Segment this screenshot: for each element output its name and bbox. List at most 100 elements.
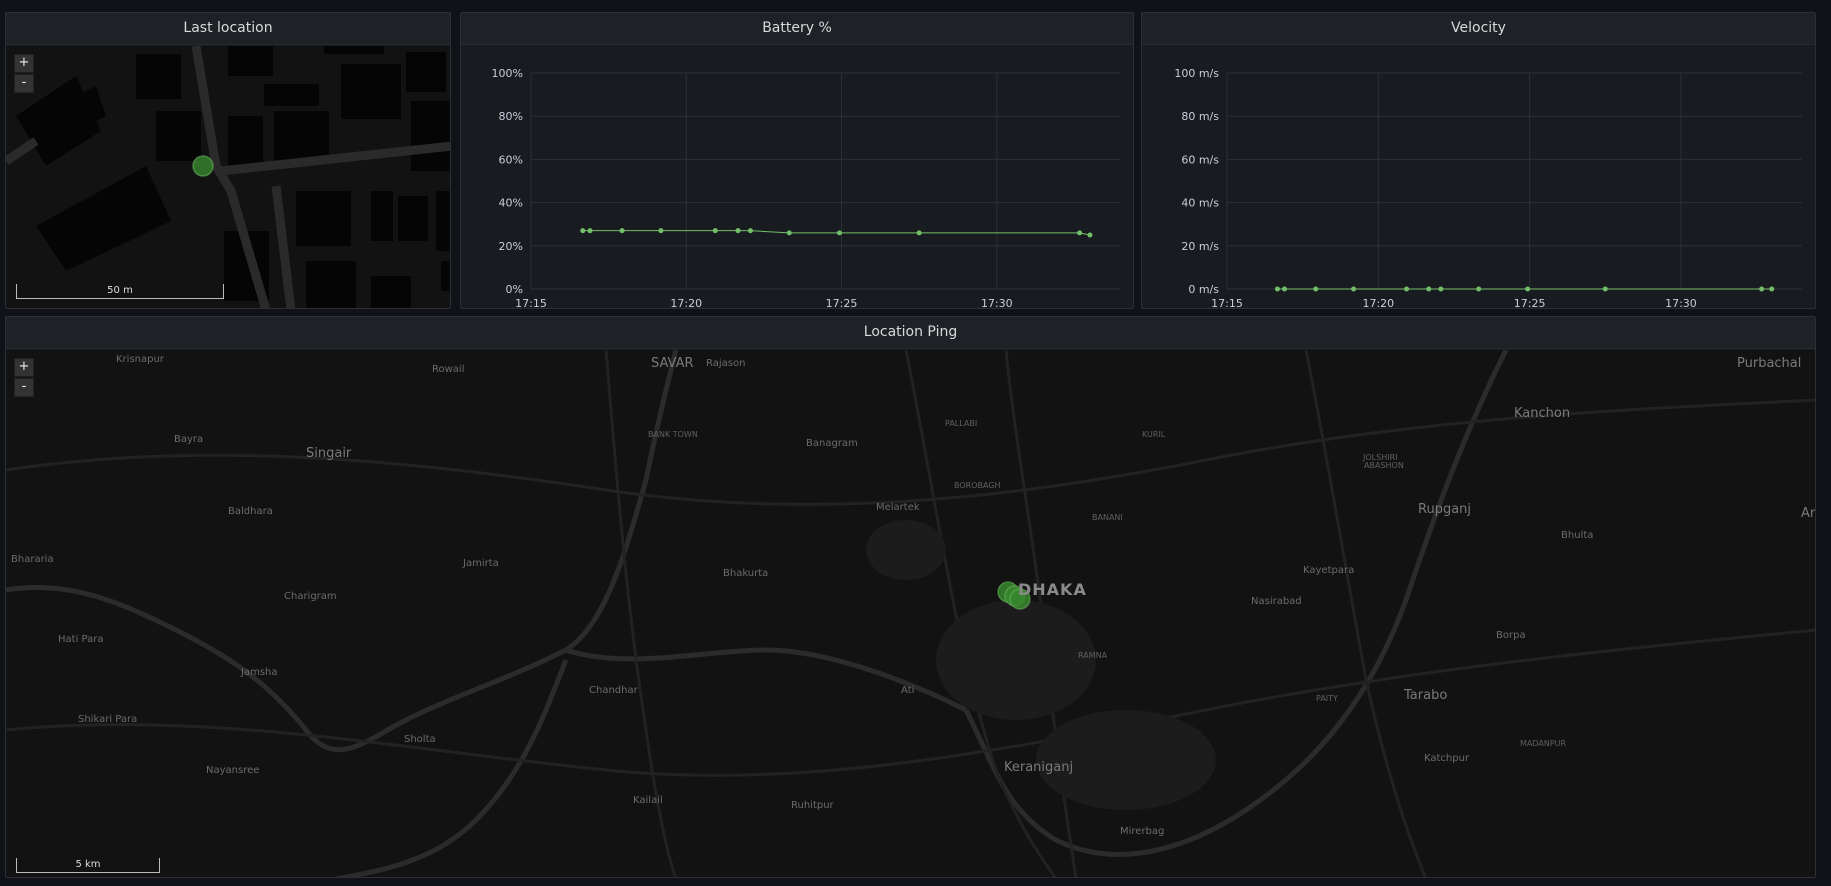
zoom-out-button[interactable]: -: [14, 74, 34, 93]
location-ping-map[interactable]: Krisnapur Rowail SAVAR Rajason Purbachal Kanc…: [6, 350, 1815, 877]
y-tick-label: 0 m/s: [1188, 283, 1219, 296]
data-point[interactable]: [747, 228, 753, 234]
x-tick-label: 17:15: [515, 297, 547, 309]
data-point[interactable]: [1351, 286, 1357, 292]
place-label: BOROBAGH: [954, 481, 1001, 490]
velocity-panel: Velocity 0 m/s 20 m/s 40 m/s 60 m/s 80 m/s 10…: [1141, 12, 1816, 309]
place-label: Bhulta: [1561, 530, 1594, 541]
place-label: Chandhar: [589, 685, 638, 696]
location-marker[interactable]: [192, 155, 214, 177]
place-label: Bhakurta: [723, 568, 769, 579]
map-scale: 5 km: [16, 858, 160, 873]
data-point[interactable]: [712, 228, 718, 234]
place-label: Ati: [901, 685, 915, 696]
x-tick-label: 17:30: [1665, 297, 1697, 309]
data-point[interactable]: [658, 228, 664, 234]
place-label: KURIL: [1142, 430, 1166, 439]
panel-title[interactable]: Last location: [6, 13, 450, 45]
data-point[interactable]: [580, 228, 586, 234]
data-point[interactable]: [587, 228, 593, 234]
place-label: Kailail: [633, 795, 663, 806]
place-label: Nayansree: [206, 765, 260, 776]
data-point[interactable]: [1426, 286, 1432, 292]
y-tick-label: 100%: [492, 67, 523, 80]
place-label: Krisnapur: [116, 354, 164, 365]
location-ping-panel: Location Ping Krisnapur Rowail SAVAR Raj…: [5, 316, 1816, 878]
place-label: Ruhitpur: [791, 800, 834, 811]
place-label: Borpa: [1496, 630, 1526, 641]
zoom-in-button[interactable]: +: [14, 358, 34, 377]
street-map-tiles: [6, 46, 450, 308]
data-point[interactable]: [786, 230, 792, 236]
last-location-map[interactable]: + - 50 m: [6, 46, 450, 308]
data-point[interactable]: [1769, 286, 1775, 292]
velocity-chart[interactable]: 0 m/s 20 m/s 40 m/s 60 m/s 80 m/s 100 m/s 17:1…: [1142, 45, 1815, 309]
place-label: Charigram: [284, 591, 337, 602]
place-label: PAITY: [1316, 694, 1338, 703]
zoom-controls: + -: [14, 358, 34, 398]
place-label: Rupganj: [1418, 502, 1472, 517]
place-label: Nasirabad: [1251, 596, 1302, 607]
zoom-in-button[interactable]: +: [14, 54, 34, 73]
place-label: RAMNA: [1078, 651, 1108, 660]
y-tick-label: 80%: [499, 110, 523, 123]
place-label: Baldhara: [228, 506, 273, 517]
data-point[interactable]: [1282, 286, 1287, 292]
city-map-tiles: [6, 350, 1815, 877]
place-label: Jamirta: [463, 558, 499, 569]
data-point[interactable]: [1274, 286, 1280, 292]
y-tick-label: 20 m/s: [1181, 240, 1219, 253]
place-label: Rowail: [432, 364, 465, 375]
place-label: PALLABI: [945, 419, 978, 428]
battery-chart[interactable]: 0% 20% 40% 60% 80% 100% 17:15 17:20 17:25 17:30: [461, 45, 1133, 309]
data-point[interactable]: [1759, 286, 1765, 292]
y-tick-label: 0%: [506, 283, 523, 296]
data-point[interactable]: [619, 228, 625, 234]
panel-title[interactable]: Location Ping: [6, 317, 1815, 349]
data-point[interactable]: [1438, 286, 1444, 292]
data-point[interactable]: [1313, 286, 1319, 292]
place-label: Ara: [1801, 506, 1815, 521]
x-tick-label: 17:20: [670, 297, 702, 309]
place-label: Melartek: [876, 502, 920, 513]
data-point[interactable]: [1476, 286, 1482, 292]
x-tick-label: 17:25: [1514, 297, 1546, 309]
place-label: Kayetpara: [1303, 565, 1355, 576]
place-label: Jamsha: [241, 667, 278, 678]
place-label: BANANI: [1092, 513, 1123, 522]
place-label: Banagram: [806, 438, 858, 449]
x-tick-label: 17:20: [1362, 297, 1394, 309]
place-label: Kanchon: [1514, 406, 1571, 421]
map-scale: 50 m: [16, 284, 224, 299]
battery-panel: Battery % 0% 20% 40% 60% 80% 100% 17:15 17:20 17…: [460, 12, 1134, 309]
place-label: Purbachal: [1737, 356, 1802, 371]
zoom-controls: + -: [14, 54, 34, 94]
place-label: MADANPUR: [1520, 739, 1567, 748]
y-tick-label: 40%: [499, 197, 523, 210]
place-label: Shikari Para: [78, 714, 138, 725]
place-label: Keraniganj: [1004, 760, 1074, 775]
x-tick-label: 17:25: [826, 297, 858, 309]
panel-title[interactable]: Velocity: [1142, 13, 1815, 45]
zoom-out-button[interactable]: -: [14, 378, 34, 397]
data-point[interactable]: [1602, 286, 1608, 292]
data-point[interactable]: [1087, 232, 1093, 238]
place-label: BANK TOWN: [648, 430, 698, 439]
place-label: Bhararia: [11, 554, 54, 565]
data-point[interactable]: [836, 230, 842, 236]
panel-title[interactable]: Battery %: [461, 13, 1133, 45]
data-point[interactable]: [735, 228, 741, 234]
y-tick-label: 60 m/s: [1181, 153, 1219, 166]
place-label: Singair: [306, 446, 352, 461]
data-point[interactable]: [1077, 230, 1083, 236]
place-label: Katchpur: [1424, 753, 1470, 764]
data-point[interactable]: [1525, 286, 1531, 292]
data-point[interactable]: [1404, 286, 1410, 292]
x-tick-label: 17:30: [981, 297, 1013, 309]
y-tick-label: 40 m/s: [1181, 197, 1219, 210]
place-label: Bayra: [174, 434, 204, 445]
data-point[interactable]: [916, 230, 922, 236]
y-tick-label: 100 m/s: [1174, 67, 1219, 80]
place-label: Rajason: [706, 358, 746, 369]
y-tick-label: 80 m/s: [1181, 110, 1219, 123]
